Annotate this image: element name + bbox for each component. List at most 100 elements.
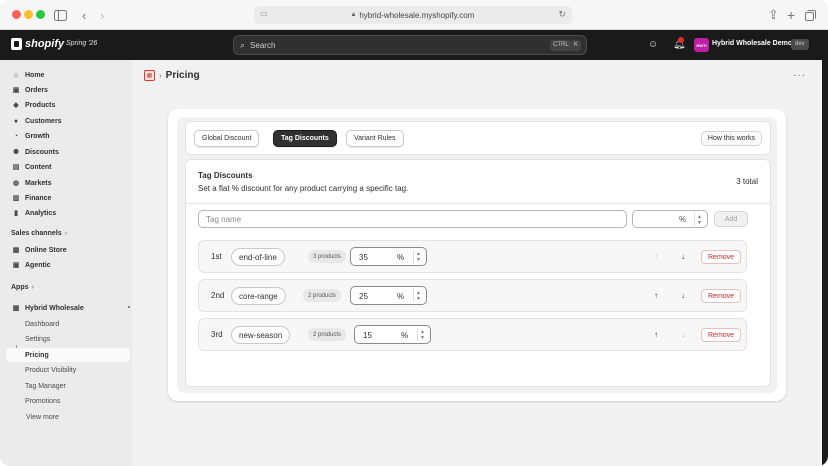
- close-window-button[interactable]: [12, 10, 21, 19]
- env-badge: dev: [791, 39, 809, 50]
- section-label-text: Apps: [11, 284, 29, 291]
- zoom-window-button[interactable]: [36, 10, 45, 19]
- search-bar[interactable]: ⌕ Search CTRL K: [233, 35, 587, 55]
- shopify-bag-icon: [11, 38, 22, 50]
- sidebar-item-hybrid-wholesale[interactable]: ▦ Hybrid Wholesale: [6, 301, 130, 315]
- product-count-badge: 3 products: [308, 250, 347, 263]
- sidebar-item-markets[interactable]: ◍ Markets: [6, 176, 130, 190]
- remove-button[interactable]: Remove: [701, 289, 742, 303]
- new-tab-icon[interactable]: +: [787, 7, 795, 23]
- stepper-down-icon[interactable]: ▼: [697, 220, 702, 226]
- sales-channels-heading[interactable]: Sales channels ›: [11, 230, 67, 237]
- app-menu-dot[interactable]: [128, 306, 130, 308]
- address-bar[interactable]: ▭ 🔒︎ hybrid-wholesale.myshopify.com ↻: [254, 6, 572, 24]
- sidebar-item-customers[interactable]: ● Customers: [6, 114, 130, 128]
- priority-rank: 2nd: [211, 291, 225, 300]
- sidebar-item-home[interactable]: ⌂ Home: [6, 68, 130, 82]
- section-label-text: Sales channels: [11, 230, 62, 237]
- orders-icon: ▣: [12, 87, 20, 94]
- tag-name-input[interactable]: Tag name: [198, 210, 627, 228]
- sidebar-item-label: Agentic: [25, 261, 51, 269]
- chevron-right-icon: ›: [31, 284, 34, 291]
- growth-icon: ◔: [13, 132, 19, 140]
- number-stepper[interactable]: ▲ ▼: [694, 213, 704, 226]
- tag-icon: ◆: [13, 102, 19, 109]
- tab-global-discount[interactable]: Global Discount: [194, 130, 260, 147]
- sidebar-item-agentic[interactable]: ▣ Agentic: [6, 258, 130, 272]
- percent-suffix: %: [679, 215, 687, 224]
- move-up-icon[interactable]: ↑: [654, 330, 658, 339]
- chart-icon: ▮: [14, 210, 18, 217]
- discount-percent-input[interactable]: % ▲ ▼: [632, 210, 708, 228]
- tab-variant-rules[interactable]: Variant Rules: [346, 130, 404, 147]
- number-stepper[interactable]: ▲ ▼: [417, 328, 427, 341]
- content-icon: ▤: [12, 164, 20, 171]
- sidebar-item-orders[interactable]: ▣ Orders: [6, 83, 130, 97]
- edition-label: Spring '26: [66, 40, 98, 47]
- shopify-logo[interactable]: shopify: [11, 38, 64, 50]
- stepper-down-icon[interactable]: ▼: [416, 296, 421, 302]
- store-avatar[interactable]: HWTI: [694, 38, 709, 52]
- view-more-link[interactable]: View more: [6, 410, 130, 424]
- sidebar-item-analytics[interactable]: ▮ Analytics: [6, 206, 130, 220]
- sidebar-sub-product-visibility[interactable]: Product Visibility: [6, 363, 130, 377]
- discount-input[interactable]: 25 % ▲ ▼: [350, 286, 427, 305]
- remove-button[interactable]: Remove: [701, 250, 742, 264]
- tag-discounts-card: Tag Discounts Set a flat % discount for …: [185, 159, 772, 387]
- tag-row: 1st end-of-line 3 products 35 % ▲ ▼ ↑ ↓ R…: [198, 240, 747, 273]
- stepper-down-icon[interactable]: ▼: [416, 257, 421, 263]
- sidebar-sub-promotions[interactable]: Promotions: [6, 394, 130, 408]
- tab-tag-discounts[interactable]: Tag Discounts: [273, 130, 337, 147]
- discount-value: 35: [359, 253, 368, 262]
- sidekick-icon[interactable]: ☺: [648, 39, 658, 50]
- remove-button[interactable]: Remove: [701, 328, 742, 342]
- number-stepper[interactable]: ▲ ▼: [413, 250, 423, 263]
- tab-overview-icon[interactable]: [805, 7, 816, 23]
- percent-suffix: %: [401, 331, 409, 340]
- sidebar-sub-settings[interactable]: Settings: [6, 332, 130, 346]
- move-down-icon[interactable]: ↓: [681, 252, 685, 261]
- more-actions-icon[interactable]: ···: [793, 70, 806, 81]
- sidebar-item-growth[interactable]: ◔ Growth: [6, 129, 130, 143]
- store-name[interactable]: Hybrid Wholesale Demo: [712, 40, 792, 47]
- shortcut-ctrl: CTRL: [550, 40, 572, 51]
- move-up-icon[interactable]: ↑: [654, 291, 658, 300]
- share-icon[interactable]: ⇪: [768, 7, 779, 23]
- search-placeholder: Search: [250, 40, 276, 50]
- sidebar-item-discounts[interactable]: ✺ Discounts: [6, 145, 130, 159]
- sidebar-item-label: Markets: [25, 179, 52, 187]
- sidebar-item-products[interactable]: ◆ Products: [6, 98, 130, 112]
- sidebar-item-online-store[interactable]: ▦ Online Store: [6, 243, 130, 257]
- percent-suffix: %: [397, 292, 405, 301]
- minimize-window-button[interactable]: [24, 10, 33, 19]
- forward-icon[interactable]: ›: [100, 7, 104, 23]
- section-title: Tag Discounts: [198, 171, 253, 180]
- how-this-works-button[interactable]: How this works: [700, 131, 762, 146]
- sidebar-toggle-icon[interactable]: [54, 7, 67, 23]
- move-up-icon[interactable]: ↑: [654, 252, 658, 261]
- move-down-icon[interactable]: ↓: [681, 330, 685, 339]
- discount-input[interactable]: 35 % ▲ ▼: [350, 247, 427, 266]
- agentic-icon: ▣: [12, 262, 20, 269]
- sidebar-item-label: Content: [25, 163, 52, 171]
- priority-rank: 3rd: [211, 330, 223, 339]
- stepper-down-icon[interactable]: ▼: [420, 335, 425, 341]
- discount-input[interactable]: 15 % ▲ ▼: [354, 325, 431, 344]
- sidebar-sub-pricing[interactable]: Pricing: [6, 348, 130, 362]
- sidebar-sub-dashboard[interactable]: Dashboard: [6, 317, 130, 331]
- apps-heading[interactable]: Apps ›: [11, 284, 34, 291]
- sidebar-sub-tag-manager[interactable]: Tag Manager: [6, 379, 130, 393]
- app-content-well: Global Discount Tag Discounts Variant Ru…: [177, 117, 777, 393]
- page-scrollbar[interactable]: [822, 30, 828, 466]
- reload-icon[interactable]: ↻: [558, 9, 566, 20]
- move-down-icon[interactable]: ↓: [681, 291, 685, 300]
- app-logo-icon[interactable]: ▦: [144, 70, 155, 81]
- number-stepper[interactable]: ▲ ▼: [413, 289, 423, 302]
- sidebar-item-finance[interactable]: ▥ Finance: [6, 191, 130, 205]
- back-icon[interactable]: ‹: [82, 7, 86, 23]
- sidebar-item-content[interactable]: ▤ Content: [6, 160, 130, 174]
- breadcrumb-chevron-icon: ›: [159, 71, 162, 80]
- discount-value: 25: [359, 292, 368, 301]
- add-button[interactable]: Add: [714, 211, 748, 227]
- sidebar-item-label: Online Store: [25, 246, 67, 254]
